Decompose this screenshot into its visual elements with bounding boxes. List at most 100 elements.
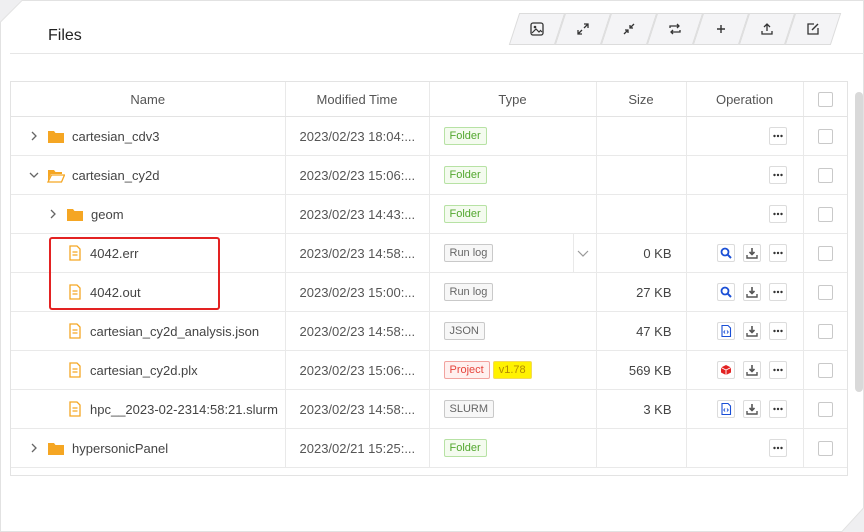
code-view-button[interactable] <box>716 322 735 340</box>
row-checkbox[interactable] <box>817 324 833 340</box>
chevron-right-icon[interactable] <box>27 129 41 143</box>
type-badge: Run log <box>443 283 494 301</box>
row-checkbox[interactable] <box>817 168 833 184</box>
row-checkbox[interactable] <box>817 129 833 145</box>
more-button[interactable] <box>768 400 787 418</box>
file-name[interactable]: hypersonicPanel <box>72 441 168 456</box>
more-icon <box>772 251 783 255</box>
modified-time: 2023/02/23 14:43:... <box>285 194 430 234</box>
column-header-operation: Operation <box>686 82 804 117</box>
row-checkbox[interactable] <box>817 246 833 262</box>
preview-button[interactable] <box>716 244 735 262</box>
folder-icon <box>67 208 83 221</box>
file-name[interactable]: cartesian_cy2d_analysis.json <box>90 324 259 339</box>
edit-icon <box>807 23 819 35</box>
more-button[interactable] <box>768 166 787 184</box>
chevron-down-icon[interactable] <box>27 168 41 182</box>
file-table: Name Modified Time Type Size Operation c… <box>10 81 848 476</box>
code-file-icon <box>720 402 731 416</box>
table-row[interactable]: geom 2023/02/23 14:43:... Folder <box>11 194 847 234</box>
modified-time: 2023/02/23 15:00:... <box>285 272 430 312</box>
file-name[interactable]: cartesian_cy2d.plx <box>90 363 198 378</box>
download-button[interactable] <box>742 361 761 379</box>
file-size <box>596 194 687 234</box>
row-checkbox[interactable] <box>817 441 833 457</box>
file-name[interactable]: geom <box>91 207 124 222</box>
more-button[interactable] <box>768 322 787 340</box>
more-icon <box>772 368 783 372</box>
chevron-right-icon[interactable] <box>27 441 41 455</box>
header-divider <box>10 53 864 54</box>
file-name[interactable]: 4042.out <box>90 285 141 300</box>
file-name[interactable]: 4042.err <box>90 246 138 261</box>
download-button[interactable] <box>742 400 761 418</box>
download-icon <box>745 326 758 337</box>
file-size: 27 KB <box>596 272 687 312</box>
table-header-row: Name Modified Time Type Size Operation <box>11 82 847 117</box>
open-project-button[interactable] <box>716 361 735 379</box>
vertical-scrollbar[interactable] <box>855 92 863 392</box>
file-name[interactable]: cartesian_cy2d <box>72 168 159 183</box>
table-row[interactable]: 4042.err 2023/02/23 14:58:... Run log 0 … <box>11 233 847 273</box>
table-row[interactable]: hpc__2023-02-2314:58:21.slurm 2023/02/23… <box>11 389 847 429</box>
file-name[interactable]: hpc__2023-02-2314:58:21.slurm <box>90 402 278 417</box>
chevron-down-icon[interactable] <box>576 246 590 260</box>
json-file-icon <box>69 323 81 339</box>
image-icon <box>530 22 544 36</box>
column-header-type[interactable]: Type <box>429 82 597 117</box>
file-size: 47 KB <box>596 311 687 351</box>
column-header-modified[interactable]: Modified Time <box>285 82 430 117</box>
more-button[interactable] <box>768 283 787 301</box>
select-all-checkbox[interactable] <box>817 92 833 108</box>
modified-time: 2023/02/23 14:58:... <box>285 233 430 273</box>
download-icon <box>745 404 758 415</box>
panel-title: Files <box>48 27 82 44</box>
more-icon <box>772 407 783 411</box>
file-size: 3 KB <box>596 389 687 429</box>
chevron-right-icon[interactable] <box>46 207 60 221</box>
more-icon <box>772 173 783 177</box>
type-badge: Folder <box>443 439 487 457</box>
row-checkbox[interactable] <box>817 402 833 418</box>
more-button[interactable] <box>768 361 787 379</box>
download-button[interactable] <box>742 283 761 301</box>
type-badge: SLURM <box>443 400 495 418</box>
folder-icon <box>48 442 64 455</box>
preview-button[interactable] <box>716 283 735 301</box>
table-row[interactable]: 4042.out 2023/02/23 15:00:... Run log 27… <box>11 272 847 312</box>
plus-icon <box>717 25 725 33</box>
more-button[interactable] <box>768 244 787 262</box>
script-file-icon <box>69 401 81 417</box>
table-row[interactable]: cartesian_cy2d 2023/02/23 15:06:... Fold… <box>11 155 847 195</box>
more-icon <box>772 290 783 294</box>
more-button[interactable] <box>768 205 787 223</box>
file-size <box>596 428 687 468</box>
table-row[interactable]: cartesian_cy2d.plx 2023/02/23 15:06:... … <box>11 350 847 390</box>
download-button[interactable] <box>742 244 761 262</box>
file-size <box>596 155 687 195</box>
type-badge: JSON <box>443 322 485 340</box>
table-row[interactable]: hypersonicPanel 2023/02/21 15:25:... Fol… <box>11 428 847 468</box>
version-badge: v1.78 <box>492 361 532 379</box>
row-checkbox[interactable] <box>817 285 833 301</box>
dropdown-divider <box>572 234 574 272</box>
more-icon <box>772 446 783 450</box>
column-header-name[interactable]: Name <box>11 82 286 117</box>
download-button[interactable] <box>742 322 761 340</box>
row-checkbox[interactable] <box>817 363 833 379</box>
more-button[interactable] <box>768 439 787 457</box>
column-header-size[interactable]: Size <box>596 82 687 117</box>
file-name[interactable]: cartesian_cdv3 <box>72 129 159 144</box>
upload-icon <box>761 23 773 35</box>
code-view-button[interactable] <box>716 400 735 418</box>
search-icon <box>720 286 732 298</box>
row-checkbox[interactable] <box>817 207 833 223</box>
more-button[interactable] <box>768 127 787 145</box>
log-file-icon <box>69 245 81 261</box>
table-row[interactable]: cartesian_cy2d_analysis.json 2023/02/23 … <box>11 311 847 351</box>
type-badge: Folder <box>443 166 487 184</box>
type-badge: Folder <box>443 205 487 223</box>
cube-icon <box>720 365 731 375</box>
search-icon <box>720 247 732 259</box>
table-row[interactable]: cartesian_cdv3 2023/02/23 18:04:... Fold… <box>11 116 847 156</box>
